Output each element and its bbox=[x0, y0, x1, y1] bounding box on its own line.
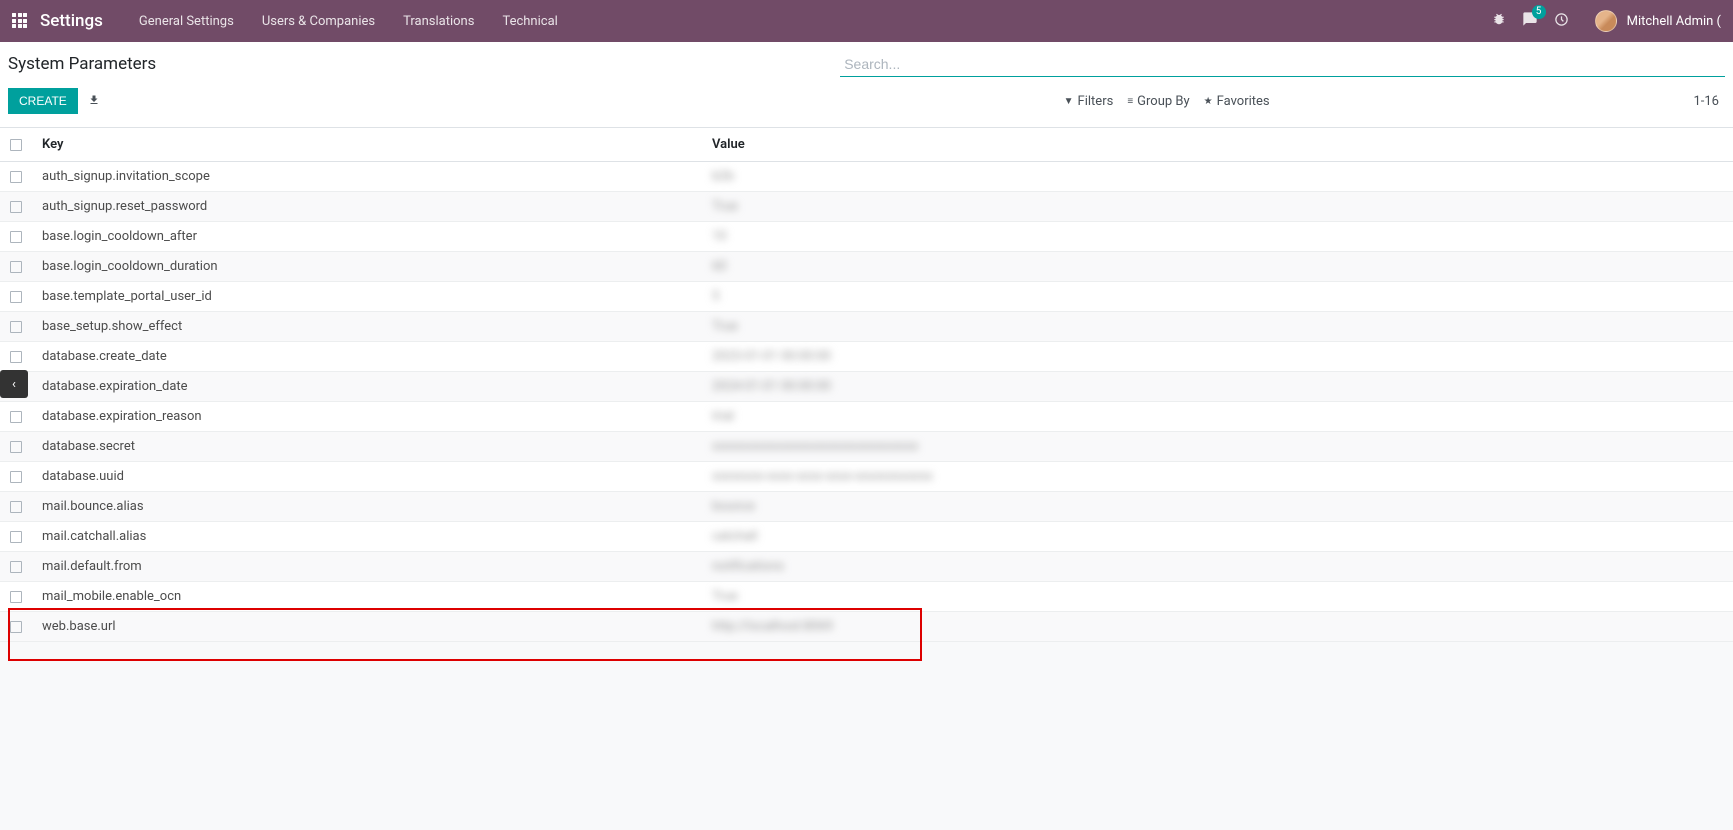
filters-button[interactable]: ▼ Filters bbox=[1064, 94, 1114, 109]
apps-icon[interactable] bbox=[12, 13, 28, 29]
cell-key: base.login_cooldown_after bbox=[32, 222, 702, 252]
row-checkbox[interactable] bbox=[10, 231, 22, 243]
cell-value: 2024-01-01 00:00:00 bbox=[702, 372, 1733, 402]
table-row[interactable]: auth_signup.reset_passwordTrue bbox=[0, 192, 1733, 222]
favorites-button[interactable]: ★ Favorites bbox=[1204, 94, 1270, 109]
cell-value: b2b bbox=[702, 162, 1733, 192]
table-row[interactable]: database.expiration_date2024-01-01 00:00… bbox=[0, 372, 1733, 402]
column-header-value[interactable]: Value bbox=[702, 128, 1733, 162]
cell-value: xxxxxxxxxxxxxxxxxxxxxxxxxxxxxxxx bbox=[702, 432, 1733, 462]
select-all-checkbox[interactable] bbox=[10, 139, 22, 151]
cell-key: database.uuid bbox=[32, 462, 702, 492]
row-checkbox[interactable] bbox=[10, 621, 22, 633]
table-row[interactable]: mail_mobile.enable_ocnTrue bbox=[0, 582, 1733, 612]
cell-value: catchall bbox=[702, 522, 1733, 552]
cell-key: auth_signup.reset_password bbox=[32, 192, 702, 222]
cell-key: database.create_date bbox=[32, 342, 702, 372]
cell-value: 5 bbox=[702, 282, 1733, 312]
row-checkbox[interactable] bbox=[10, 531, 22, 543]
cell-value: notifications bbox=[702, 552, 1733, 582]
top-nav: Settings General Settings Users & Compan… bbox=[0, 0, 1733, 42]
import-button[interactable] bbox=[78, 87, 110, 115]
cell-key: database.expiration_reason bbox=[32, 402, 702, 432]
column-header-key[interactable]: Key bbox=[32, 128, 702, 162]
nav-users-companies[interactable]: Users & Companies bbox=[250, 14, 387, 29]
avatar[interactable] bbox=[1595, 10, 1617, 32]
cell-key: mail.default.from bbox=[32, 552, 702, 582]
groupby-button[interactable]: ≡ Group By bbox=[1127, 94, 1189, 109]
cell-key: base.login_cooldown_duration bbox=[32, 252, 702, 282]
table-row[interactable]: mail.bounce.aliasbounce bbox=[0, 492, 1733, 522]
row-checkbox[interactable] bbox=[10, 471, 22, 483]
row-checkbox[interactable] bbox=[10, 411, 22, 423]
table-row[interactable]: mail.catchall.aliascatchall bbox=[0, 522, 1733, 552]
cell-key: database.expiration_date bbox=[32, 372, 702, 402]
table-row[interactable]: database.expiration_reasontrial bbox=[0, 402, 1733, 432]
row-checkbox[interactable] bbox=[10, 321, 22, 333]
user-menu[interactable]: Mitchell Admin ( bbox=[1627, 14, 1721, 29]
groupby-label: Group By bbox=[1137, 94, 1190, 109]
cell-key: auth_signup.invitation_scope bbox=[32, 162, 702, 192]
breadcrumb: System Parameters bbox=[8, 52, 156, 74]
cell-value: http://localhost:8069 bbox=[702, 612, 1733, 642]
list-view: Key Value auth_signup.invitation_scopeb2… bbox=[0, 128, 1733, 642]
row-checkbox[interactable] bbox=[10, 441, 22, 453]
row-checkbox[interactable] bbox=[10, 501, 22, 513]
cell-key: base.template_portal_user_id bbox=[32, 282, 702, 312]
cell-value: True bbox=[702, 582, 1733, 612]
row-checkbox[interactable] bbox=[10, 261, 22, 273]
side-panel-handle[interactable]: ‹ bbox=[0, 370, 28, 398]
table-row[interactable]: base.template_portal_user_id5 bbox=[0, 282, 1733, 312]
activities-icon[interactable] bbox=[1548, 12, 1575, 31]
filters-label: Filters bbox=[1078, 94, 1114, 109]
cell-key: base_setup.show_effect bbox=[32, 312, 702, 342]
table-row[interactable]: database.secretxxxxxxxxxxxxxxxxxxxxxxxxx… bbox=[0, 432, 1733, 462]
bug-icon[interactable] bbox=[1486, 12, 1512, 30]
search-input[interactable] bbox=[840, 52, 1725, 77]
app-brand: Settings bbox=[40, 11, 103, 31]
nav-technical[interactable]: Technical bbox=[490, 14, 569, 29]
table-row[interactable]: database.uuidxxxxxxxx-xxxx-xxxx-xxxx-xxx… bbox=[0, 462, 1733, 492]
cell-key: mail.bounce.alias bbox=[32, 492, 702, 522]
cell-key: database.secret bbox=[32, 432, 702, 462]
cell-value: 10 bbox=[702, 222, 1733, 252]
cell-key: web.base.url bbox=[32, 612, 702, 642]
cell-value: xxxxxxxx-xxxx-xxxx-xxxx-xxxxxxxxxxxx bbox=[702, 462, 1733, 492]
table-row[interactable]: base.login_cooldown_duration60 bbox=[0, 252, 1733, 282]
funnel-icon: ▼ bbox=[1064, 96, 1074, 107]
table-row[interactable]: mail.default.fromnotifications bbox=[0, 552, 1733, 582]
row-checkbox[interactable] bbox=[10, 351, 22, 363]
messages-icon[interactable]: 5 bbox=[1516, 11, 1544, 31]
cell-value: 2023-01-01 00:00:00 bbox=[702, 342, 1733, 372]
table-row[interactable]: base_setup.show_effectTrue bbox=[0, 312, 1733, 342]
star-icon: ★ bbox=[1204, 96, 1213, 107]
cell-key: mail.catchall.alias bbox=[32, 522, 702, 552]
row-checkbox[interactable] bbox=[10, 201, 22, 213]
cell-value: True bbox=[702, 192, 1733, 222]
control-panel: System Parameters CREATE ▼ Filters ≡ Gro… bbox=[0, 42, 1733, 128]
cell-key: mail_mobile.enable_ocn bbox=[32, 582, 702, 612]
messages-count-badge: 5 bbox=[1532, 5, 1546, 19]
nav-translations[interactable]: Translations bbox=[391, 14, 486, 29]
download-icon bbox=[88, 94, 100, 106]
row-checkbox[interactable] bbox=[10, 291, 22, 303]
row-checkbox[interactable] bbox=[10, 561, 22, 573]
table-row[interactable]: auth_signup.invitation_scopeb2b bbox=[0, 162, 1733, 192]
table-row[interactable]: base.login_cooldown_after10 bbox=[0, 222, 1733, 252]
cell-value: trial bbox=[702, 402, 1733, 432]
row-checkbox[interactable] bbox=[10, 171, 22, 183]
table-row[interactable]: web.base.urlhttp://localhost:8069 bbox=[0, 612, 1733, 642]
list-icon: ≡ bbox=[1127, 96, 1133, 107]
row-checkbox[interactable] bbox=[10, 591, 22, 603]
create-button[interactable]: CREATE bbox=[8, 88, 78, 114]
cell-value: 60 bbox=[702, 252, 1733, 282]
pager[interactable]: 1-16 bbox=[1693, 94, 1725, 109]
nav-general-settings[interactable]: General Settings bbox=[127, 14, 246, 29]
table-row[interactable]: database.create_date2023-01-01 00:00:00 bbox=[0, 342, 1733, 372]
favorites-label: Favorites bbox=[1217, 94, 1270, 109]
cell-value: bounce bbox=[702, 492, 1733, 522]
cell-value: True bbox=[702, 312, 1733, 342]
